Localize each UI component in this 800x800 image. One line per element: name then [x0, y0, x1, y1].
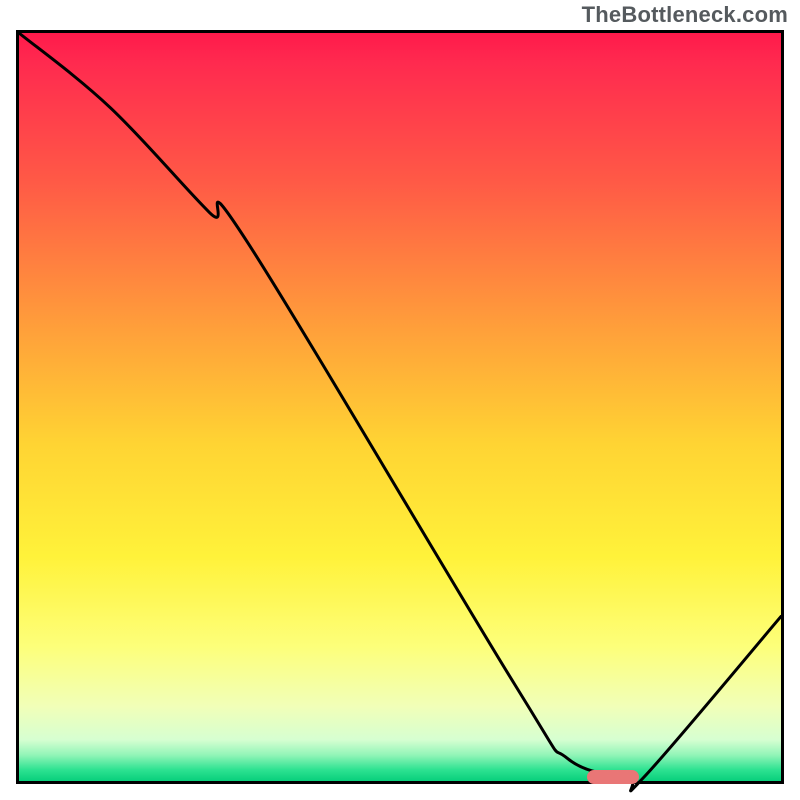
plot-background	[19, 33, 781, 781]
plot-svg	[19, 33, 781, 781]
valley-marker	[587, 770, 639, 784]
chart-frame: TheBottleneck.com	[0, 0, 800, 800]
watermark-text: TheBottleneck.com	[582, 2, 788, 28]
plot-area	[19, 33, 781, 781]
plot-border	[16, 30, 784, 784]
